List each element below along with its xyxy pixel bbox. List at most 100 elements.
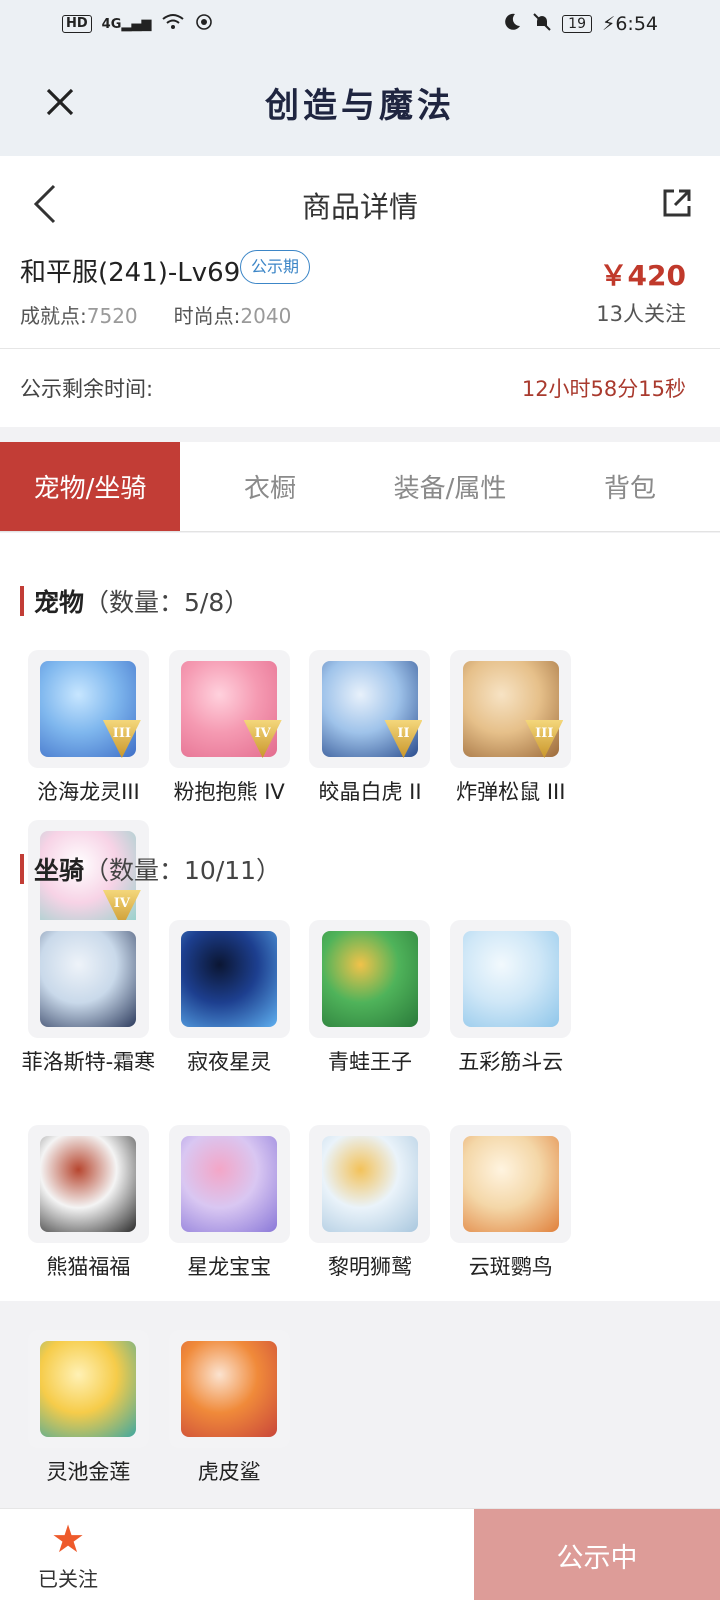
section-name: 坐骑 xyxy=(34,856,85,885)
mount-image xyxy=(181,1341,278,1437)
section-accent-bar xyxy=(20,586,24,616)
status-left: HD 4G▂▄▆ xyxy=(62,13,213,36)
mount-item[interactable]: 黎明狮鹫 xyxy=(300,1125,441,1305)
mount-image xyxy=(181,1136,278,1232)
mount-name: 五彩筋斗云 xyxy=(458,1050,564,1074)
mount-thumbnail xyxy=(450,920,572,1038)
share-button[interactable] xyxy=(660,186,694,220)
pet-thumbnail: II xyxy=(309,650,431,768)
pet-name: 炸弹松鼠 III xyxy=(456,780,566,804)
mount-name: 青蛙王子 xyxy=(327,1050,412,1074)
pet-name: 皎晶白虎 II xyxy=(318,780,422,804)
mounts-section-title: 坐骑 （数量：10/11） xyxy=(20,853,281,885)
mount-image xyxy=(40,931,137,1027)
mount-name: 星龙宝宝 xyxy=(187,1255,272,1279)
mount-name: 寂夜星灵 xyxy=(187,1050,272,1074)
mount-item[interactable]: 云斑鹦鸟 xyxy=(440,1125,581,1305)
mount-thumbnail xyxy=(450,1125,572,1243)
mount-item[interactable]: 五彩筋斗云 xyxy=(440,920,581,1125)
mount-item[interactable]: 青蛙王子 xyxy=(300,920,441,1125)
app-title: 创造与魔法 xyxy=(265,86,455,126)
moon-icon xyxy=(502,12,522,37)
fashion-label: 时尚点: xyxy=(173,304,241,328)
mount-name: 灵池金莲 xyxy=(46,1460,131,1484)
status-right: 19 ⚡6:54 xyxy=(502,12,658,37)
fashion-value: 2040 xyxy=(240,304,292,328)
battery-icon: 19 xyxy=(562,15,592,33)
mount-thumbnail xyxy=(168,1125,290,1243)
mount-name: 虎皮鲨 xyxy=(197,1460,261,1484)
page-title: 商品详情 xyxy=(301,190,418,224)
pet-name: 沧海龙灵III xyxy=(37,780,140,804)
price: ￥420 xyxy=(599,259,686,292)
page-header: 商品详情 xyxy=(0,156,720,252)
tab-pets-mounts[interactable]: 宠物/坐骑 xyxy=(0,442,180,531)
mount-item[interactable]: 虎皮鲨 xyxy=(159,1330,300,1510)
product-name: 和平服(241)-Lv69 xyxy=(20,258,241,288)
achievement-label: 成就点: xyxy=(20,304,87,328)
follower-count: 13人关注 xyxy=(596,302,686,326)
follow-label: 已关注 xyxy=(38,1566,98,1591)
pet-name: 粉抱抱熊 IV xyxy=(173,780,285,804)
mount-thumbnail xyxy=(27,1330,149,1448)
mute-bell-icon xyxy=(532,12,552,37)
countdown-label: 公示剩余时间: xyxy=(20,377,154,401)
clock: ⚡6:54 xyxy=(601,13,658,35)
mount-name: 熊猫福福 xyxy=(46,1255,131,1279)
mount-item[interactable]: 星龙宝宝 xyxy=(159,1125,300,1305)
hd-icon: HD xyxy=(62,15,92,33)
public-status-button[interactable]: 公示中 xyxy=(474,1509,720,1600)
pet-thumbnail: III xyxy=(27,650,149,768)
bottom-bar: ★ 已关注 公示中 xyxy=(0,1508,720,1600)
tab-wardrobe[interactable]: 衣橱 xyxy=(180,442,360,531)
mount-image xyxy=(462,1136,559,1232)
section-name: 宠物 xyxy=(34,588,85,617)
mount-image xyxy=(462,931,559,1027)
tab-equipment-attributes[interactable]: 装备/属性 xyxy=(360,442,540,531)
tab-backpack[interactable]: 背包 xyxy=(540,442,720,531)
mounts-grid: 菲洛斯特-霜寒 寂夜星灵 青蛙王子 五彩筋斗云熊猫福福 星龙宝宝 黎明狮鹫 云斑鹦鸟灵池金莲… xyxy=(18,920,702,1510)
pets-section-title: 宠物 （数量：5/8） xyxy=(20,585,249,617)
achievement-value: 7520 xyxy=(86,304,138,328)
mount-thumbnail xyxy=(309,920,431,1038)
mount-name: 黎明狮鹫 xyxy=(327,1255,412,1279)
mount-thumbnail xyxy=(309,1125,431,1243)
section-accent-bar xyxy=(20,854,24,884)
signal-icon: 4G▂▄▆ xyxy=(101,16,152,32)
mount-item[interactable]: 熊猫福福 xyxy=(18,1125,159,1330)
product-stats: 成就点:7520 时尚点:2040 xyxy=(20,300,291,329)
share-external-icon xyxy=(663,189,691,217)
pet-item[interactable]: III 沧海龙灵III xyxy=(18,650,159,820)
mount-name: 云斑鹦鸟 xyxy=(468,1255,553,1279)
notification-icon xyxy=(195,13,213,36)
status-bar: HD 4G▂▄▆ 19 ⚡6:54 xyxy=(0,0,720,48)
mount-image xyxy=(321,1136,418,1232)
pet-thumbnail: IV xyxy=(168,650,290,768)
mount-item[interactable]: 灵池金莲 xyxy=(18,1330,159,1510)
section-count: （数量：5/8） xyxy=(84,588,250,617)
mount-image xyxy=(181,931,278,1027)
section-count: （数量：10/11） xyxy=(84,856,282,885)
countdown-row: 公示剩余时间: 12小时58分15秒 xyxy=(0,349,720,427)
mount-thumbnail xyxy=(168,1330,290,1448)
mount-image xyxy=(40,1136,137,1232)
product-info: 和平服(241)-Lv69 公示期 ￥420 成就点:7520 时尚点:2040 … xyxy=(0,250,720,348)
mount-thumbnail xyxy=(27,920,149,1038)
countdown-value: 12小时58分15秒 xyxy=(521,377,686,401)
pet-item[interactable]: III 炸弹松鼠 III xyxy=(440,650,581,820)
status-badge: 公示期 xyxy=(240,250,311,284)
pet-item[interactable]: II 皎晶白虎 II xyxy=(300,650,441,820)
mount-name: 菲洛斯特-霜寒 xyxy=(21,1050,156,1074)
mount-item[interactable]: 寂夜星灵 xyxy=(159,920,300,1125)
wifi-icon xyxy=(161,13,185,36)
pet-item[interactable]: IV 粉抱抱熊 IV xyxy=(159,650,300,820)
mount-thumbnail xyxy=(168,920,290,1038)
mount-image xyxy=(321,931,418,1027)
pet-thumbnail: III xyxy=(450,650,572,768)
tab-bar: 宠物/坐骑 衣橱 装备/属性 背包 xyxy=(0,442,720,532)
mount-item[interactable]: 菲洛斯特-霜寒 xyxy=(18,920,159,1125)
follow-button[interactable]: ★ 已关注 xyxy=(0,1509,136,1600)
app-bar: 创造与魔法 xyxy=(0,48,720,156)
mount-image xyxy=(40,1341,137,1437)
content-panel: 宠物 （数量：5/8） III 沧海龙灵III IV 粉抱抱熊 IV II 皎晶白虎 II I… xyxy=(0,533,720,1484)
